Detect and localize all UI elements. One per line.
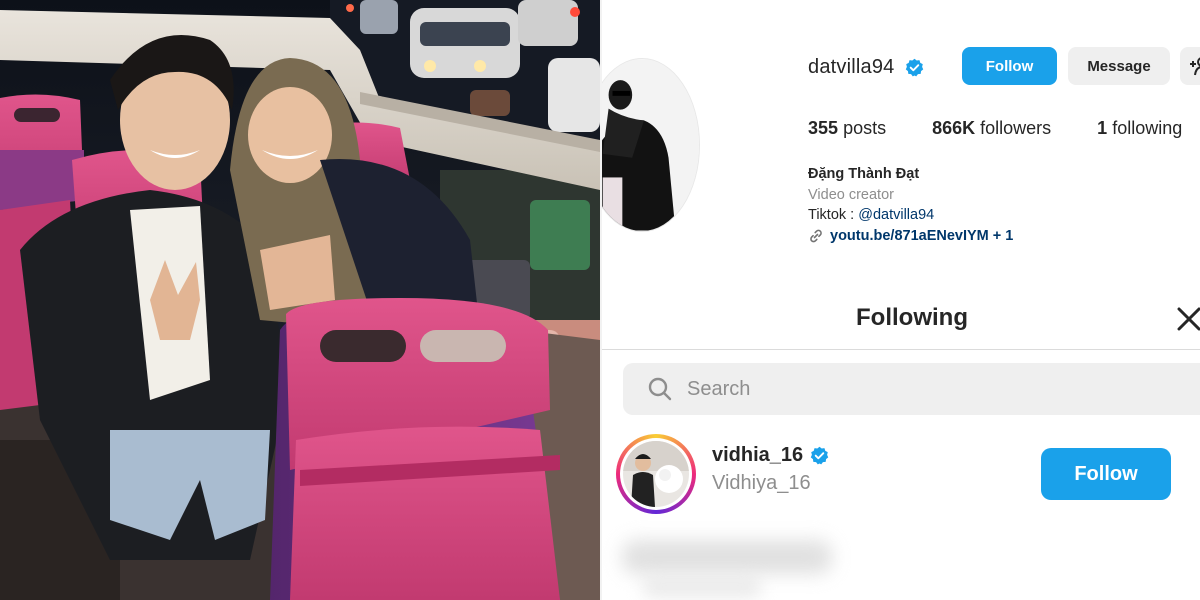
bio-mention-link[interactable]: @datvilla94 <box>858 207 934 223</box>
bio-text: Tiktok : @datvilla94 <box>808 205 1013 226</box>
following-modal: Following Search vidhia_16 Vidhiya_16 Fo… <box>602 290 1200 600</box>
verified-badge-icon <box>905 58 923 76</box>
list-item[interactable]: vidhia_16 Vidhiya_16 Follow <box>616 434 1196 516</box>
close-icon[interactable] <box>1174 304 1200 334</box>
link-icon <box>810 229 822 243</box>
follow-button[interactable]: Follow <box>962 47 1057 85</box>
followers-stat[interactable]: 866K followers <box>932 118 1051 139</box>
verified-badge-icon <box>810 446 829 465</box>
modal-title: Following <box>856 304 968 331</box>
add-user-button[interactable] <box>1180 47 1200 85</box>
blurred-list-item <box>602 528 1200 600</box>
following-count: 1 <box>1097 118 1108 138</box>
couple-photo <box>0 0 600 600</box>
followers-count: 866K <box>932 118 976 138</box>
following-label: following <box>1112 118 1183 138</box>
modal-divider <box>602 349 1200 350</box>
profile-stats: 355 posts 866K followers 1 following <box>808 118 1200 139</box>
profile-category: Video creator <box>808 186 894 203</box>
followers-label: followers <box>980 118 1052 138</box>
bio-prefix: Tiktok : <box>808 207 859 223</box>
profile-avatar[interactable] <box>602 58 700 232</box>
profile-bio: Đặng Thành Đạt Video creator Tiktok : @d… <box>808 164 1013 246</box>
profile-full-name: Đặng Thành Đạt <box>808 166 920 182</box>
blurred-text <box>642 576 762 598</box>
search-icon <box>648 377 672 401</box>
blurred-text <box>622 540 832 574</box>
instagram-profile-screenshot: datvilla94 Follow Message 355 posts 866K… <box>602 0 1200 600</box>
bus-selfie-image <box>0 0 600 600</box>
list-item-username-row: vidhia_16 <box>712 444 829 467</box>
username-row: datvilla94 <box>808 50 924 84</box>
search-input[interactable] <box>687 377 1167 401</box>
posts-label: posts <box>843 118 887 138</box>
following-stat[interactable]: 1 following <box>1097 118 1182 139</box>
add-person-icon <box>1190 57 1200 76</box>
posts-stat[interactable]: 355 posts <box>808 118 886 139</box>
message-button[interactable]: Message <box>1068 47 1170 85</box>
avatar-frame <box>620 438 692 510</box>
search-box[interactable] <box>623 363 1200 415</box>
external-link[interactable]: youtu.be/871aENevIYM + 1 <box>808 226 1013 247</box>
follow-button[interactable]: Follow <box>1041 448 1171 500</box>
profile-username: datvilla94 <box>808 55 895 78</box>
list-item-full-name: Vidhiya_16 <box>712 472 811 494</box>
external-link-text: youtu.be/871aENevIYM + 1 <box>830 227 1014 244</box>
story-ring-avatar[interactable] <box>616 434 696 514</box>
posts-count: 355 <box>808 118 839 138</box>
avatar <box>623 441 689 507</box>
list-item-username[interactable]: vidhia_16 <box>712 444 803 467</box>
avatar-photo <box>602 59 699 231</box>
profile-header: datvilla94 Follow Message 355 posts 866K… <box>602 0 1200 290</box>
